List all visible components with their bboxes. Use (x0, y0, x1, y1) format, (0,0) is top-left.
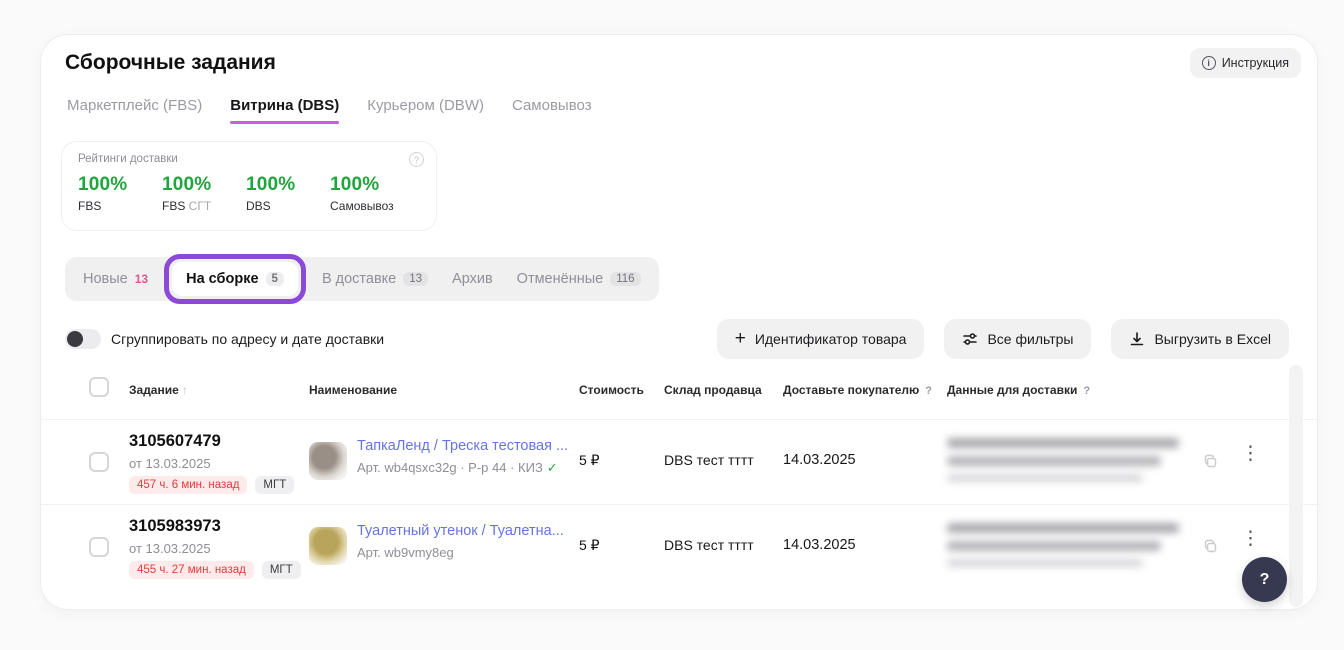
instruction-button[interactable]: i Инструкция (1190, 48, 1301, 78)
delivery-data-help-icon[interactable]: ? (1083, 385, 1090, 397)
row-menu-icon[interactable]: ⋮ (1241, 529, 1260, 549)
tab-marketplace-fbs[interactable]: Маркетплейс (FBS) (67, 97, 202, 124)
tab-vitrina-dbs[interactable]: Витрина (DBS) (230, 97, 339, 124)
copy-icon[interactable] (1203, 539, 1218, 559)
delivery-data-blurred (947, 523, 1197, 575)
rating-pickup: 100% Самовывоз (330, 174, 394, 213)
overdue-badge: 457 ч. 6 мин. назад (129, 476, 247, 494)
delivery-data-blurred (947, 438, 1197, 490)
product-thumbnail (309, 527, 347, 565)
page-title: Сборочные задания (65, 51, 276, 75)
toolbar-buttons: + Идентификатор товара Все фильтры Выгру… (717, 319, 1289, 359)
price-cell: 5 ₽ (579, 537, 600, 554)
in-delivery-count: 13 (403, 272, 428, 286)
column-price: Стоимость (579, 383, 644, 397)
status-filter-tabs: Новые 13 На сборке 5 В доставке 13 Архив… (65, 257, 659, 301)
status-tab-archive[interactable]: Архив (452, 271, 493, 287)
column-warehouse: Склад продавца (664, 383, 762, 397)
column-task: Задание↑ (129, 383, 188, 397)
table-row: 3105607479 от 13.03.2025 457 ч. 6 мин. н… (41, 419, 1317, 504)
toggle-track[interactable] (65, 329, 101, 349)
deliver-by-help-icon[interactable]: ? (925, 385, 932, 397)
column-name: Наименование (309, 383, 397, 397)
new-count: 13 (135, 272, 148, 286)
row-checkbox[interactable] (89, 452, 109, 472)
ratings-list: 100% FBS 100% FBS СГТ 100% DBS 100% Само… (78, 174, 422, 213)
column-delivery-data: Данные для доставки? (947, 383, 1090, 397)
toggle-knob (67, 331, 83, 347)
cancelled-count: 116 (610, 272, 640, 286)
column-deliver-by: Доставьте покупателю? (783, 383, 932, 397)
ratings-title: Рейтинги доставки (78, 153, 422, 165)
tab-pickup[interactable]: Самовывоз (512, 97, 592, 124)
deliver-by-cell: 14.03.2025 (783, 452, 856, 468)
sort-asc-icon[interactable]: ↑ (182, 383, 188, 397)
mgt-badge: МГТ (255, 476, 294, 494)
assembling-count: 5 (266, 272, 284, 286)
task-id: 3105607479 (129, 432, 221, 451)
status-tab-new[interactable]: Новые 13 (83, 271, 148, 287)
deliver-by-cell: 14.03.2025 (783, 537, 856, 553)
select-all-checkbox[interactable] (89, 377, 109, 397)
product-link[interactable]: Туалетный утенок / Туалетна... (357, 523, 564, 539)
warehouse-cell: DBS тест тттт (664, 537, 754, 553)
assembly-tasks-panel: Сборочные задания i Инструкция Маркетпле… (40, 34, 1318, 610)
all-filters-button[interactable]: Все фильтры (944, 319, 1091, 359)
group-toggle-label: Сгруппировать по адресу и дате доставки (111, 331, 384, 347)
plus-icon: + (735, 329, 746, 348)
overdue-badge: 455 ч. 27 мин. назад (129, 561, 254, 579)
copy-icon[interactable] (1203, 454, 1218, 474)
status-tab-in-delivery[interactable]: В доставке 13 (322, 271, 428, 287)
price-cell: 5 ₽ (579, 452, 600, 469)
delivery-ratings-card: Рейтинги доставки ? 100% FBS 100% FBS СГ… (61, 141, 437, 231)
status-tab-assembling[interactable]: На сборке 5 (172, 262, 298, 296)
task-date: от 13.03.2025 (129, 541, 211, 556)
kiz-check-icon: ✓ (547, 460, 558, 475)
export-excel-button[interactable]: Выгрузить в Excel (1111, 319, 1289, 359)
rating-fbs: 100% FBS (78, 174, 162, 213)
delivery-mode-tabs: Маркетплейс (FBS) Витрина (DBS) Курьером… (67, 97, 592, 124)
task-date: от 13.03.2025 (129, 456, 211, 471)
rating-dbs: 100% DBS (246, 174, 330, 213)
row-checkbox[interactable] (89, 537, 109, 557)
download-icon (1129, 331, 1145, 347)
sku-text: Арт. wb4qsxc32g · Р-р 44 · КИЗ (357, 460, 543, 475)
table-scrollbar[interactable] (1289, 365, 1303, 607)
filters-icon (962, 331, 978, 347)
product-thumbnail (309, 442, 347, 480)
table-header: Задание↑ Наименование Стоимость Склад пр… (41, 375, 1317, 409)
product-link[interactable]: ТапкаЛенд / Треска тестовая ... (357, 438, 568, 454)
product-identifier-button[interactable]: + Идентификатор товара (717, 319, 925, 359)
status-tab-cancelled[interactable]: Отменённые 116 (517, 271, 641, 287)
instruction-button-label: Инструкция (1222, 56, 1289, 70)
mgt-badge: МГТ (262, 561, 301, 579)
table-toolbar: Сгруппировать по адресу и дате доставки … (65, 319, 1289, 359)
rating-fbs-sgt: 100% FBS СГТ (162, 174, 246, 213)
sku-text: Арт. wb9vmy8eg (357, 545, 454, 560)
warehouse-cell: DBS тест тттт (664, 452, 754, 468)
help-fab-button[interactable]: ? (1242, 557, 1287, 602)
table-row: 3105983973 от 13.03.2025 455 ч. 27 мин. … (41, 504, 1317, 589)
group-by-address-toggle[interactable]: Сгруппировать по адресу и дате доставки (65, 329, 384, 349)
tab-courier-dbw[interactable]: Курьером (DBW) (367, 97, 484, 124)
active-tab-underline (230, 121, 339, 124)
row-menu-icon[interactable]: ⋮ (1241, 444, 1260, 464)
task-id: 3105983973 (129, 517, 221, 536)
info-icon: i (1202, 56, 1216, 70)
ratings-help-icon[interactable]: ? (409, 152, 424, 167)
